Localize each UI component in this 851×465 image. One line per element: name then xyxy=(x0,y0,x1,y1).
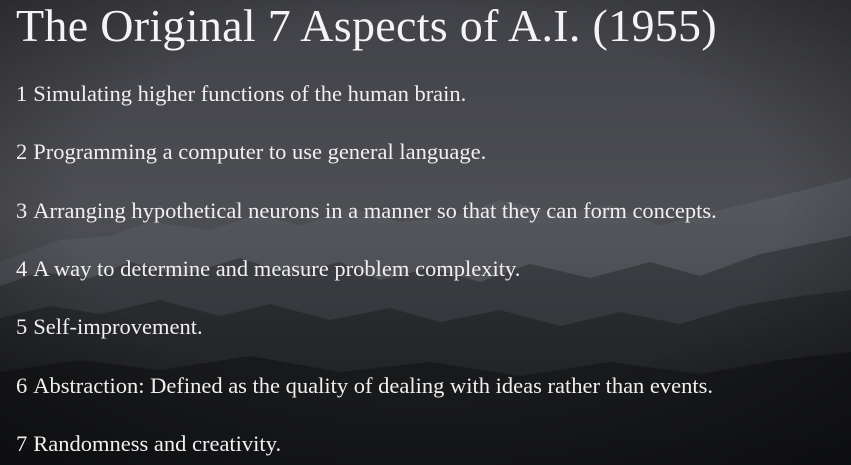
item-text: Self-improvement. xyxy=(33,314,203,339)
list-item: 5 Self-improvement. xyxy=(16,313,203,341)
item-number: 1 xyxy=(16,81,28,106)
item-text: Programming a computer to use general la… xyxy=(33,139,487,164)
item-text: Simulating higher functions of the human… xyxy=(33,81,467,106)
slide-title: The Original 7 Aspects of A.I. (1955) xyxy=(16,0,717,51)
item-text: Randomness and creativity. xyxy=(33,431,282,456)
item-text: Abstraction: Defined as the quality of d… xyxy=(33,373,714,398)
list-item: 1 Simulating higher functions of the huma… xyxy=(16,80,466,108)
list-item: 7 Randomness and creativity. xyxy=(16,430,281,458)
list-item: 6 Abstraction: Defined as the quality of … xyxy=(16,372,713,400)
item-number: 4 xyxy=(16,256,28,281)
list-item: 4A way to determine and measure problem … xyxy=(16,255,520,283)
item-number: 7 xyxy=(16,431,28,456)
item-number: 2 xyxy=(16,139,28,164)
slide: The Original 7 Aspects of A.I. (1955) 1S… xyxy=(0,0,851,465)
list-item: 2 Programming a computer to use general l… xyxy=(16,138,486,166)
list-item: 3 Arranging hypothetical neurons in a man… xyxy=(16,197,717,225)
item-number: 5 xyxy=(16,314,28,339)
item-number: 3 xyxy=(16,198,28,223)
item-text: Arranging hypothetical neurons in a mann… xyxy=(33,198,717,223)
item-text: A way to determine and measure problem c… xyxy=(33,256,521,281)
item-number: 6 xyxy=(16,373,28,398)
